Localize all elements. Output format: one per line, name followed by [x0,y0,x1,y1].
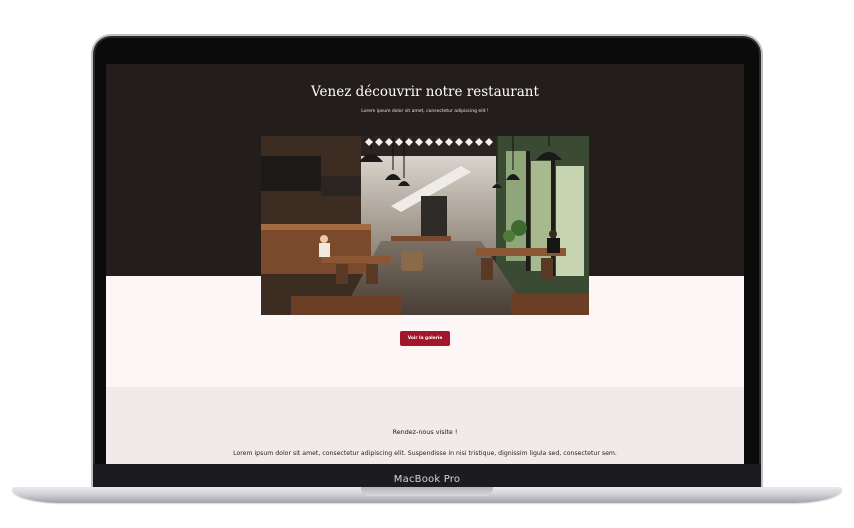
restaurant-photo [261,136,589,315]
macbook-mockup: Venez découvrir notre restaurant Lorem i… [0,0,854,528]
laptop-base-notch [361,487,493,496]
visit-title: Rendez-nous visite ! [392,428,458,436]
hero-subtitle: Lorem ipsum dolor sit amet, consectetur … [361,109,489,114]
hero-title: Venez découvrir notre restaurant [311,84,539,100]
visit-text: Lorem ipsum dolor sit amet, consectetur … [233,450,617,457]
visit-section: Rendez-nous visite ! Lorem ipsum dolor s… [106,387,744,464]
laptop-brand-label: MacBook Pro [393,474,461,485]
gallery-button[interactable]: Voir la galerie [400,331,450,346]
laptop-screen: Venez découvrir notre restaurant Lorem i… [106,64,744,464]
